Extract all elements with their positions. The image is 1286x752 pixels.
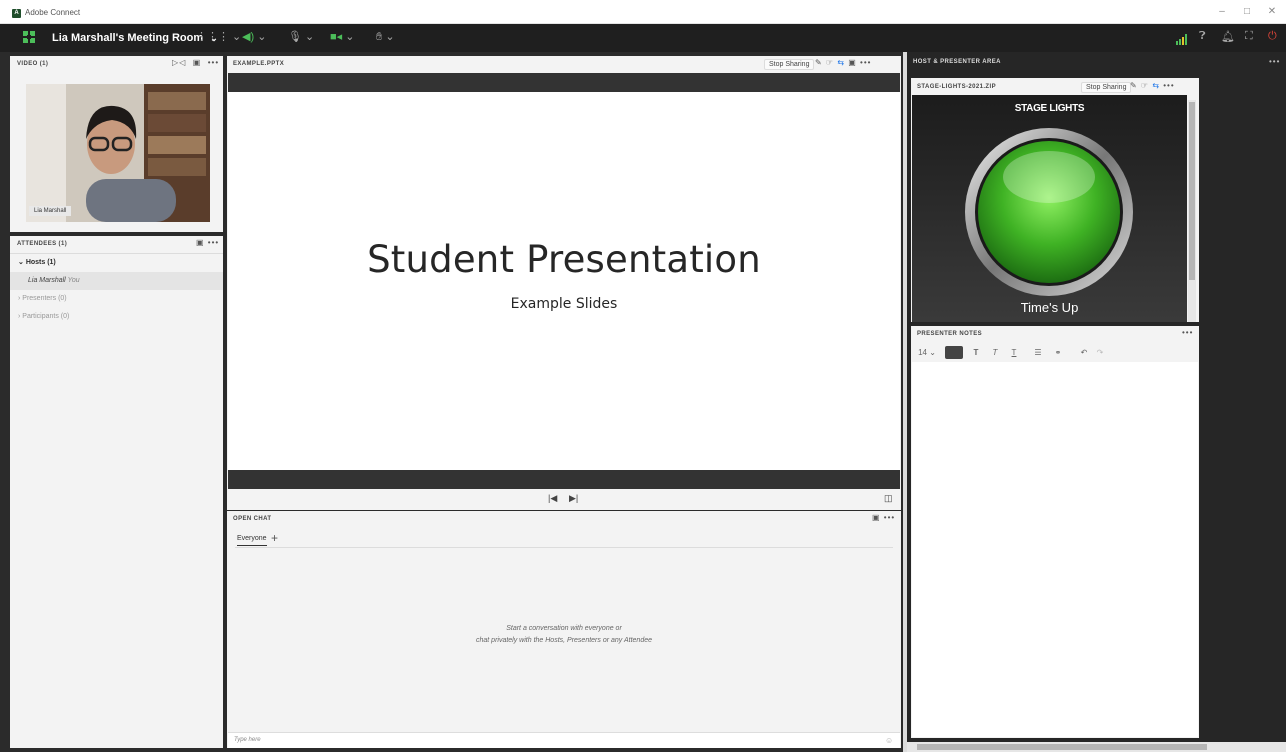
minimize-button[interactable]: –: [1215, 6, 1229, 17]
hosts-group-label: Hosts (1): [25, 259, 56, 266]
connect-menu-icon[interactable]: [22, 30, 36, 49]
webcam-image: [26, 84, 210, 222]
notes-pod-header: PRESENTER NOTES: [917, 331, 983, 337]
attendee-name: Lia Marshall: [28, 277, 66, 284]
webcam-video-feed: Lia Marshall: [26, 84, 210, 222]
participants-group-label: Participants (0): [22, 313, 70, 320]
presentation-slide: [228, 92, 900, 470]
speaker-icon[interactable]: ◀) ⌄: [242, 30, 266, 43]
chat-tab-everyone[interactable]: Everyone: [237, 535, 267, 546]
stop-sharing-button[interactable]: Stop Sharing: [764, 59, 815, 70]
slide-top-bar: [228, 73, 900, 92]
area-splitter[interactable]: [903, 52, 907, 752]
stage-light-graphic: [912, 95, 1187, 322]
stage-lights-banner: STAGE LIGHTS: [1014, 103, 1085, 114]
video-participant-label: Lia Marshall: [29, 206, 72, 216]
chevron-down-icon: ⌄: [18, 259, 26, 266]
video-pod-controls[interactable]: ▷◁ ▣ •••: [172, 58, 219, 67]
text-color-picker[interactable]: [945, 346, 963, 359]
layouts-grid-icon[interactable]: ⋮⋮⋮ ⌄: [196, 30, 241, 43]
attendee-group-hosts[interactable]: ⌄ Hosts (1): [10, 254, 223, 272]
previous-slide-icon[interactable]: |◀: [548, 493, 557, 504]
link-icon[interactable]: ⚭: [1052, 346, 1064, 360]
camera-icon[interactable]: ■◂ ⌄: [330, 30, 354, 43]
redo-icon[interactable]: ↷: [1094, 346, 1106, 360]
stop-sharing-button[interactable]: Stop Sharing: [1081, 82, 1132, 93]
share-pod-tools[interactable]: ✎ ☞ ⇆ ▣ •••: [815, 58, 871, 67]
close-button[interactable]: ✕: [1265, 6, 1279, 17]
raise-hand-icon[interactable]: ✋︎ ⌄: [376, 30, 395, 44]
meeting-room-label: Lia Marshall's Meeting Room: [52, 32, 204, 44]
attendees-pod-controls[interactable]: ▣ •••: [196, 238, 219, 247]
attendee-group-participants[interactable]: › Participants (0): [10, 308, 223, 326]
chat-pod-controls[interactable]: ▣ •••: [872, 513, 895, 522]
chat-input-field[interactable]: Type here ☺: [228, 732, 900, 748]
host-area-menu[interactable]: •••: [1269, 57, 1280, 66]
adobe-connect-logo-icon: A: [12, 9, 21, 18]
slide-title: Student Presentation: [367, 238, 761, 281]
stage-pod-tools[interactable]: ✎ ☞ ⇆ •••: [1130, 81, 1175, 90]
notifications-bell-icon[interactable]: 🔔︎: [1221, 30, 1235, 43]
connection-bars-icon[interactable]: [1176, 32, 1188, 50]
attendee-row-host[interactable]: Lia Marshall You: [10, 272, 223, 290]
slide-bottom-bar: [228, 470, 900, 489]
help-icon[interactable]: ❓︎: [1199, 30, 1206, 43]
bold-icon[interactable]: T: [970, 346, 982, 360]
share-pod-header: EXAMPLE.PPTX: [233, 61, 285, 67]
chat-empty-line1: Start a conversation with everyone or: [506, 625, 622, 632]
notes-pod-menu[interactable]: •••: [1182, 328, 1193, 337]
chat-pod: OPEN CHAT ▣ ••• Everyone + Start a conve…: [227, 511, 901, 748]
maximize-button[interactable]: □: [1240, 6, 1254, 17]
add-chat-tab-button[interactable]: +: [271, 531, 278, 545]
microphone-icon[interactable]: 🎙︎ ⌄: [288, 30, 314, 43]
meeting-room-name[interactable]: Lia Marshall's Meeting Room ⌄: [52, 32, 218, 44]
chat-pod-header: OPEN CHAT: [233, 516, 272, 522]
stage-lights-view: STAGE LIGHTS Time's Up: [912, 95, 1187, 322]
italic-icon[interactable]: T: [989, 346, 1001, 360]
window-title-bar: A Adobe Connect – □ ✕: [0, 0, 1286, 24]
host-area-horizontal-scrollbar[interactable]: [907, 742, 1286, 752]
attendee-group-presenters[interactable]: › Presenters (0): [10, 290, 223, 308]
scrollbar-thumb[interactable]: [1189, 102, 1195, 280]
font-size-select[interactable]: 14 ⌄: [916, 346, 938, 360]
sidebar-toggle-icon[interactable]: ◫: [884, 493, 893, 504]
scrollbar-thumb[interactable]: [917, 744, 1207, 750]
underline-icon[interactable]: T: [1008, 346, 1020, 360]
times-up-caption: Time's Up: [1020, 300, 1079, 315]
host-area-header: HOST & PRESENTER AREA: [913, 59, 1001, 65]
undo-icon[interactable]: ↶: [1078, 346, 1090, 360]
presenter-notes-editor[interactable]: [912, 362, 1198, 737]
slide-subtitle: Example Slides: [510, 296, 618, 312]
fullscreen-icon[interactable]: ⛶: [1245, 30, 1253, 43]
attendees-pod-header: ATTENDEES (1): [17, 241, 68, 247]
window-title: Adobe Connect: [25, 8, 81, 17]
power-exit-icon[interactable]: ⏻: [1268, 30, 1277, 43]
chat-input-placeholder: Type here: [234, 737, 261, 743]
stage-pod-header: STAGE-LIGHTS-2021.ZIP: [917, 84, 996, 90]
attendee-you-tag: You: [67, 277, 80, 284]
divider: [235, 547, 893, 548]
font-size-value: 14: [918, 348, 927, 357]
next-slide-icon[interactable]: ▶|: [569, 493, 578, 504]
video-pod-header: VIDEO (1): [17, 61, 49, 67]
presenters-group-label: Presenters (0): [22, 295, 67, 302]
emoji-icon[interactable]: ☺: [885, 736, 893, 745]
chat-empty-line2: chat privately with the Hosts, Presenter…: [476, 637, 652, 644]
main-toolbar: Lia Marshall's Meeting Room ⌄ ⋮⋮⋮ ⌄ ◀) ⌄…: [0, 24, 1286, 52]
stage-pod-scrollbar[interactable]: [1188, 100, 1196, 322]
bullet-list-icon[interactable]: ☰: [1032, 346, 1044, 360]
